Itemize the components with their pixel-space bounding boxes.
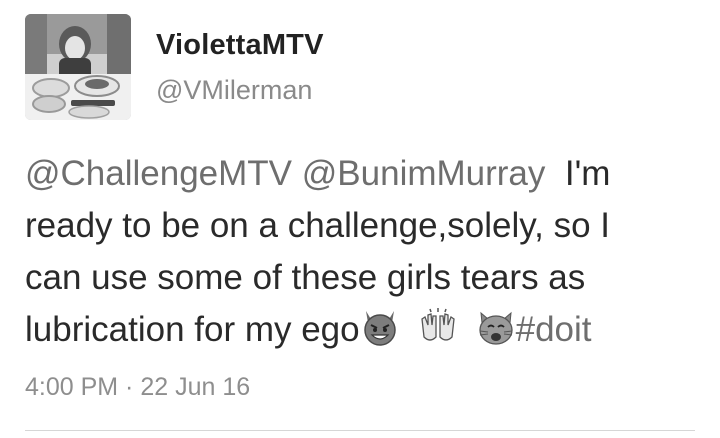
weary-cat-icon bbox=[478, 311, 513, 345]
tweet-text: @ChallengeMTV @BunimMurray I'm ready to … bbox=[25, 148, 705, 356]
tweet-timestamp[interactable]: 4:00 PM · 22 Jun 16 bbox=[25, 373, 250, 402]
avatar[interactable] bbox=[25, 14, 131, 120]
mention-challengemtv[interactable]: @ChallengeMTV bbox=[25, 154, 292, 193]
tweet-line-1: @ChallengeMTV @BunimMurray I'm bbox=[25, 148, 705, 200]
display-name[interactable]: ViolettaMTV bbox=[156, 29, 324, 62]
smiling-imp-icon bbox=[363, 311, 396, 346]
tweet-text-segment: lubrication for my ego bbox=[25, 310, 360, 349]
raised-hands-icon bbox=[420, 308, 455, 341]
tweet-line-4: lubrication for my ego #doit bbox=[25, 304, 705, 356]
mention-bunimmurray[interactable]: @BunimMurray bbox=[302, 154, 546, 193]
tweet-line-3: can use some of these girls tears as bbox=[25, 258, 586, 297]
tweet-text-segment: I'm bbox=[564, 154, 611, 193]
divider bbox=[25, 430, 695, 431]
tweet-card: ViolettaMTV @VMilerman @ChallengeMTV @Bu… bbox=[0, 0, 720, 438]
tweet-line-2: ready to be on a challenge,solely, so I bbox=[25, 206, 611, 245]
hashtag-doit[interactable]: #doit bbox=[516, 310, 592, 349]
avatar-photo bbox=[25, 14, 131, 120]
user-handle[interactable]: @VMilerman bbox=[156, 75, 312, 106]
